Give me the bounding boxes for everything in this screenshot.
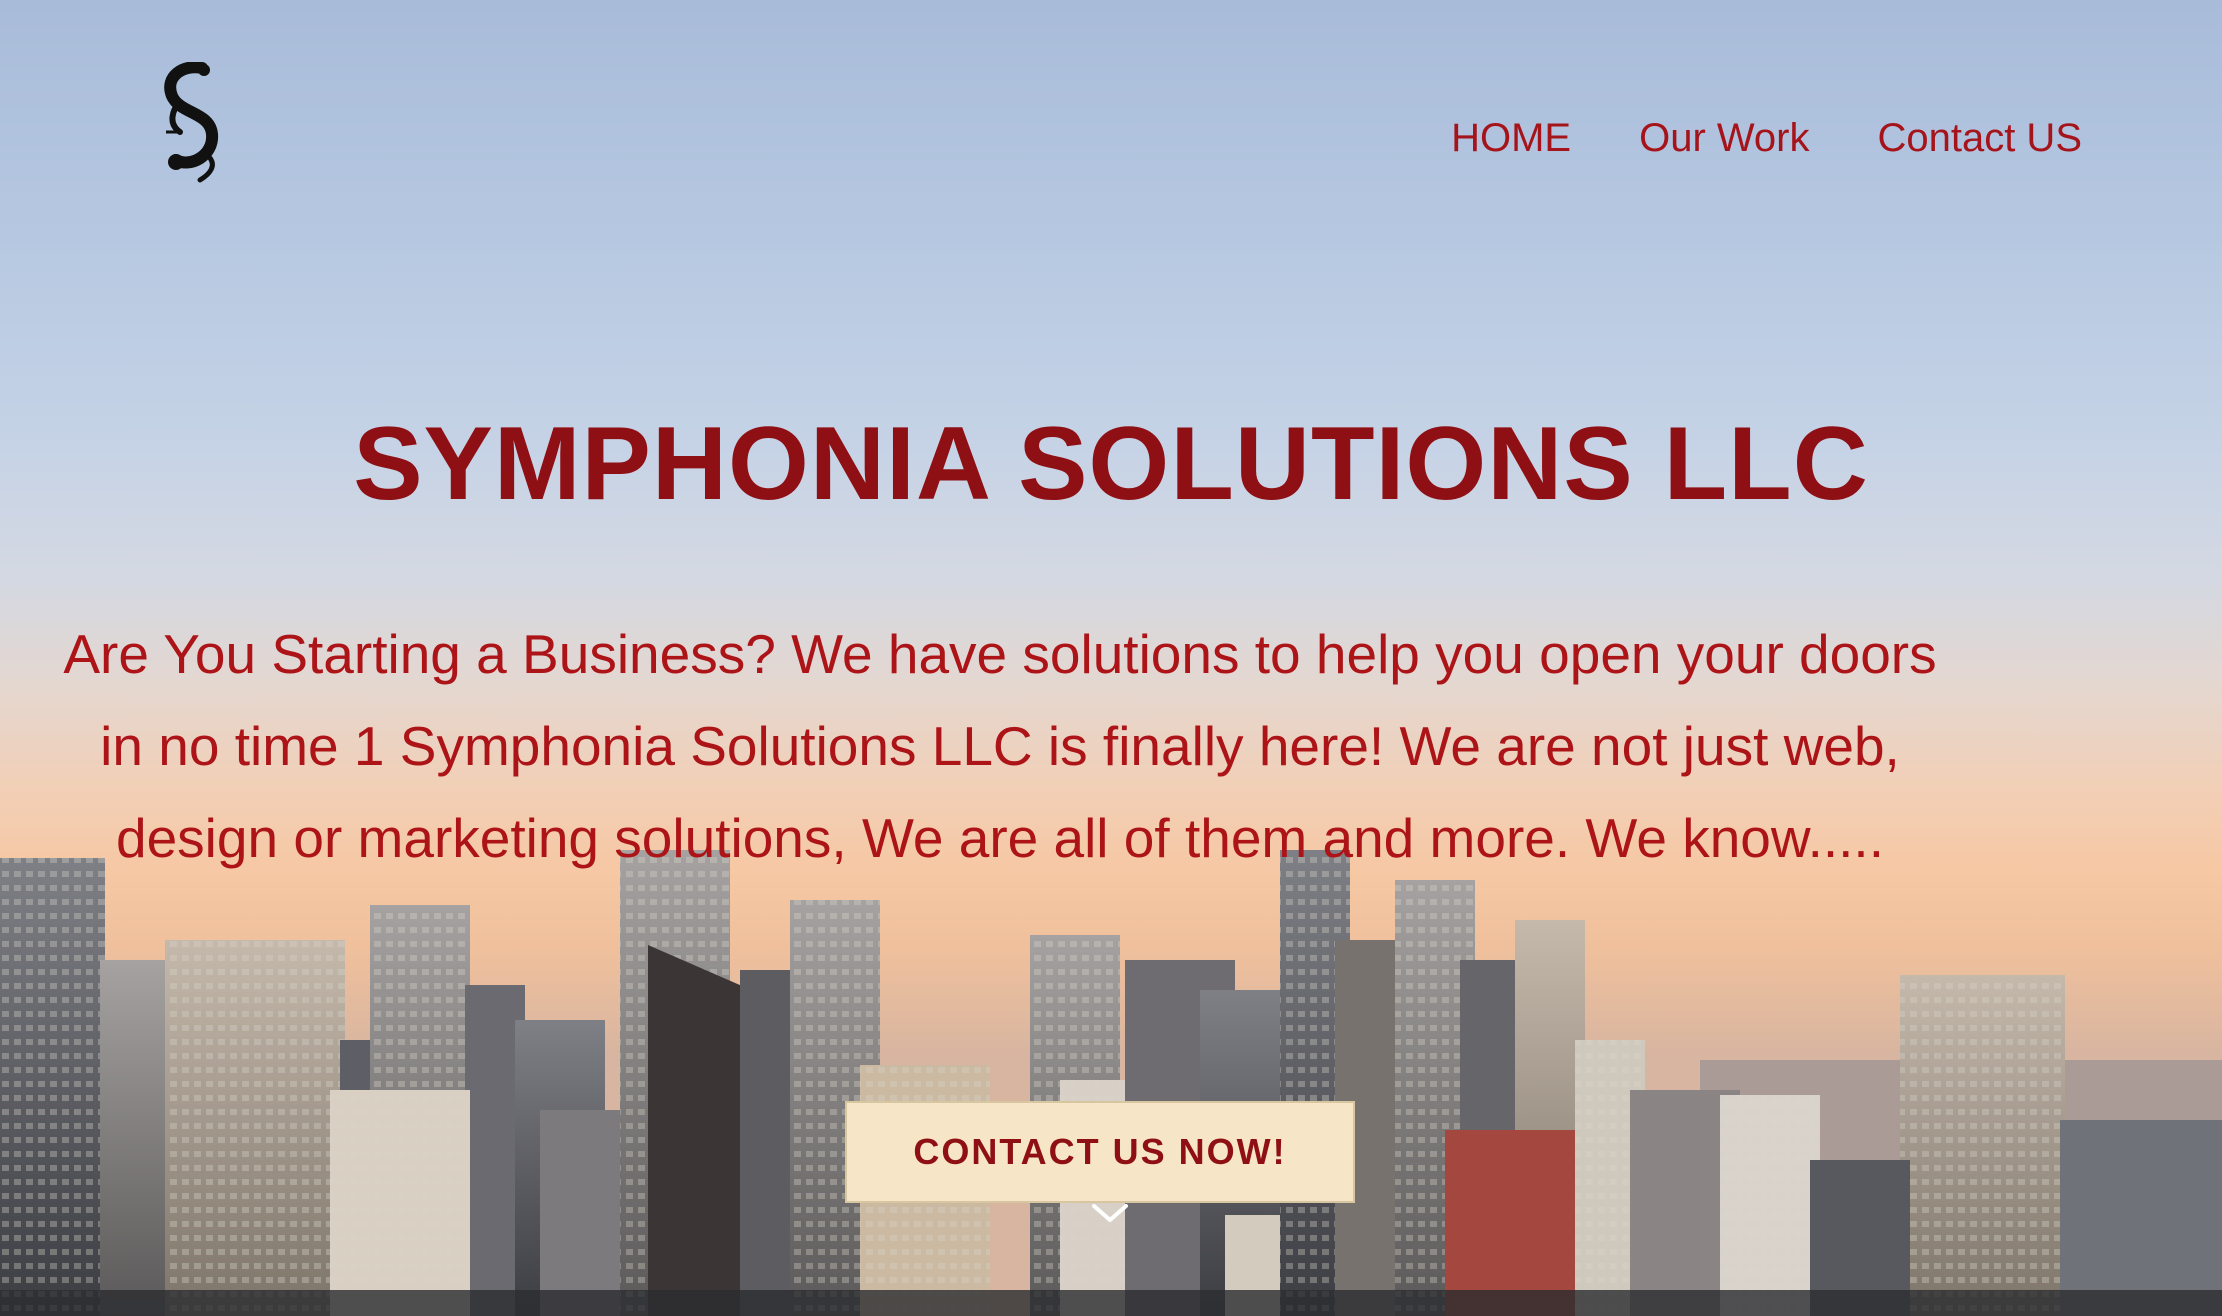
hero-tagline: Are You Starting a Business? We have sol…: [63, 623, 1937, 869]
hero-section: HOME Our Work Contact US SYMPHONIA SOLUT…: [0, 0, 2222, 1316]
main-nav: HOME Our Work Contact US: [1383, 116, 2082, 161]
treble-s-logo-icon[interactable]: [150, 62, 230, 190]
nav-item-our-work[interactable]: Our Work: [1639, 116, 1809, 161]
nav-item-contact-us[interactable]: Contact US: [1877, 116, 2082, 161]
page-title: SYMPHONIA SOLUTIONS LLC: [353, 406, 1869, 522]
chevron-down-icon[interactable]: [1090, 1202, 1130, 1226]
contact-us-now-button[interactable]: CONTACT US NOW!: [845, 1101, 1355, 1203]
nav-item-home[interactable]: HOME: [1451, 116, 1571, 161]
